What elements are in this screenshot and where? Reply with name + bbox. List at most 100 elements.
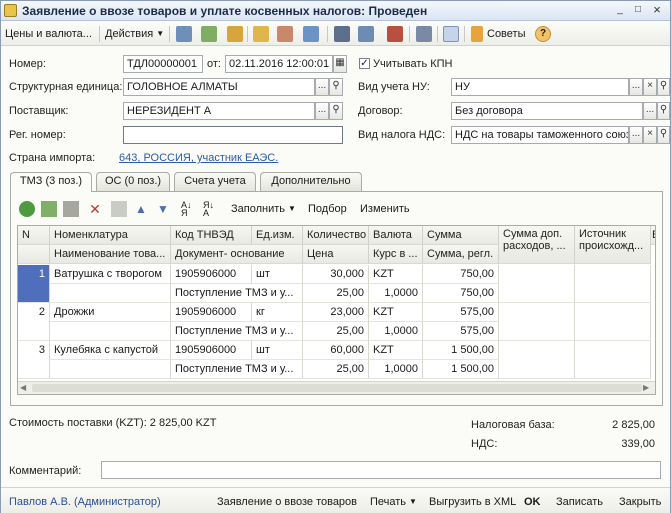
edit-icon[interactable]	[63, 201, 79, 217]
row-rate[interactable]: 1,0000	[369, 322, 423, 341]
number-field[interactable]: ТДЛ00000001	[123, 55, 203, 73]
row-quantity[interactable]: 30,000	[303, 265, 369, 284]
tab-additional[interactable]: Дополнительно	[260, 172, 362, 191]
row-currency[interactable]: KZT	[369, 341, 423, 360]
row-sum[interactable]: 1 500,00	[423, 341, 499, 360]
movements-icon[interactable]	[334, 26, 350, 42]
row-price[interactable]: 25,00	[303, 322, 369, 341]
row-sum-reg[interactable]: 750,00	[423, 284, 499, 303]
header-quantity[interactable]: Количество	[303, 226, 369, 245]
search-icon[interactable]: ⚲	[329, 102, 343, 120]
copy-icon[interactable]	[253, 26, 269, 42]
row-sum-reg[interactable]: 575,00	[423, 322, 499, 341]
post-icon[interactable]	[227, 26, 243, 42]
header-rate[interactable]: Курс в ...	[369, 245, 423, 264]
prices-currency-button[interactable]: Цены и валюта...	[5, 26, 92, 42]
close-button[interactable]: Закрыть	[619, 494, 661, 510]
row-quantity[interactable]: 23,000	[303, 303, 369, 322]
search-icon[interactable]: ⚲	[657, 102, 670, 120]
row-tnved[interactable]: 1905906000	[171, 303, 252, 322]
clear-icon[interactable]: ×	[643, 126, 657, 144]
actions-menu[interactable]: Действия ▼	[105, 26, 164, 42]
tt-icon[interactable]	[443, 26, 459, 42]
row-name-blank[interactable]	[50, 284, 171, 303]
comment-field[interactable]	[101, 461, 661, 479]
row-document[interactable]: Поступление ТМЗ и у...	[171, 360, 303, 379]
row-unit[interactable]: кг	[252, 303, 303, 322]
date-field[interactable]: 02.11.2016 12:00:01	[225, 55, 333, 73]
horizontal-scrollbar[interactable]: ◀ ▶	[18, 381, 655, 394]
post-and-close-icon[interactable]	[176, 26, 192, 42]
search-icon[interactable]: ⚲	[329, 78, 343, 96]
row-source[interactable]	[575, 265, 651, 303]
advice-icon[interactable]	[471, 26, 483, 42]
unit-select-button[interactable]: ...	[315, 78, 329, 96]
tab-accounts[interactable]: Счета учета	[174, 172, 256, 191]
row-tnved[interactable]: 1905906000	[171, 265, 252, 284]
header-price[interactable]: Цена	[303, 245, 369, 264]
row-currency[interactable]: KZT	[369, 303, 423, 322]
kpn-checkbox[interactable]: ✓	[359, 58, 370, 69]
row-sum[interactable]: 575,00	[423, 303, 499, 322]
nu-select-button[interactable]: ...	[629, 78, 643, 96]
delete-icon[interactable]: ✕	[87, 201, 103, 217]
header-extra[interactable]: Б	[651, 226, 655, 245]
row-nomenclature[interactable]: Ватрушка с творогом	[50, 265, 171, 284]
header-tnved[interactable]: Код ТНВЭД	[171, 226, 252, 245]
header-extra-costs[interactable]: Сумма доп. расходов, ...	[499, 226, 575, 264]
row-source[interactable]	[575, 303, 651, 341]
header-name[interactable]: Наименование това...	[50, 245, 171, 264]
row-extra-costs[interactable]	[499, 303, 575, 341]
copy-row-icon[interactable]	[41, 201, 57, 217]
statement-button[interactable]: Заявление о ввозе товаров	[217, 494, 357, 510]
header-nomenclature[interactable]: Номенклатура	[50, 226, 171, 245]
header-document[interactable]: Документ- основание	[171, 245, 303, 264]
supplier-select-button[interactable]: ...	[315, 102, 329, 120]
header-sum[interactable]: Сумма	[423, 226, 499, 245]
contract-select-button[interactable]: ...	[643, 102, 657, 120]
report-icon[interactable]	[416, 26, 432, 42]
structure-icon[interactable]	[358, 26, 374, 42]
row-unit[interactable]: шт	[252, 341, 303, 360]
row-nomenclature[interactable]: Дрожжи	[50, 303, 171, 322]
row-unit[interactable]: шт	[252, 265, 303, 284]
row-number[interactable]: 1	[18, 265, 50, 303]
row-sum-reg[interactable]: 1 500,00	[423, 360, 499, 379]
tab-tmz[interactable]: ТМЗ (3 поз.)	[10, 172, 92, 192]
search-icon[interactable]: ⚲	[657, 78, 670, 96]
add-icon[interactable]	[19, 201, 35, 217]
calendar-icon[interactable]: ▦	[333, 55, 347, 73]
select-button[interactable]: Подбор	[308, 201, 347, 217]
move-down-icon[interactable]: ▼	[155, 201, 171, 217]
row-tnved[interactable]: 1905906000	[171, 341, 252, 360]
row-number[interactable]: 2	[18, 303, 50, 341]
print-menu[interactable]: Печать ▼	[370, 494, 417, 510]
row-document[interactable]: Поступление ТМЗ и у...	[171, 284, 303, 303]
unit-field[interactable]: ГОЛОВНОЕ АЛМАТЫ	[123, 78, 315, 96]
move-up-icon[interactable]: ▲	[133, 201, 149, 217]
save-icon[interactable]	[201, 26, 217, 42]
row-name-blank[interactable]	[50, 322, 171, 341]
go-to-icon[interactable]	[303, 26, 319, 42]
header-unit[interactable]: Ед.изм.	[252, 226, 303, 245]
dt-kt-icon[interactable]	[387, 26, 403, 42]
advice-button[interactable]: Советы	[487, 26, 525, 42]
change-button[interactable]: Изменить	[360, 201, 410, 217]
close-window-button[interactable]: ×	[650, 3, 664, 17]
minimize-button[interactable]: _	[613, 4, 627, 17]
sort-asc-icon[interactable]: A↓ Я	[181, 201, 197, 218]
export-xml-button[interactable]: Выгрузить в XML	[429, 494, 516, 510]
row-extra-costs[interactable]	[499, 341, 575, 379]
nu-field[interactable]: НУ	[451, 78, 629, 96]
header-n[interactable]: N	[18, 226, 50, 245]
search-icon[interactable]: ⚲	[657, 126, 670, 144]
save-button[interactable]: Записать	[556, 494, 603, 510]
scroll-thumb[interactable]	[32, 384, 642, 392]
fill-menu[interactable]: Заполнить ▼	[231, 201, 296, 217]
row-price[interactable]: 25,00	[303, 360, 369, 379]
row-sum[interactable]: 750,00	[423, 265, 499, 284]
row-rate[interactable]: 1,0000	[369, 284, 423, 303]
row-document[interactable]: Поступление ТМЗ и у...	[171, 322, 303, 341]
scroll-left-icon[interactable]: ◀	[20, 383, 29, 393]
ok-button[interactable]: OK	[524, 494, 541, 510]
